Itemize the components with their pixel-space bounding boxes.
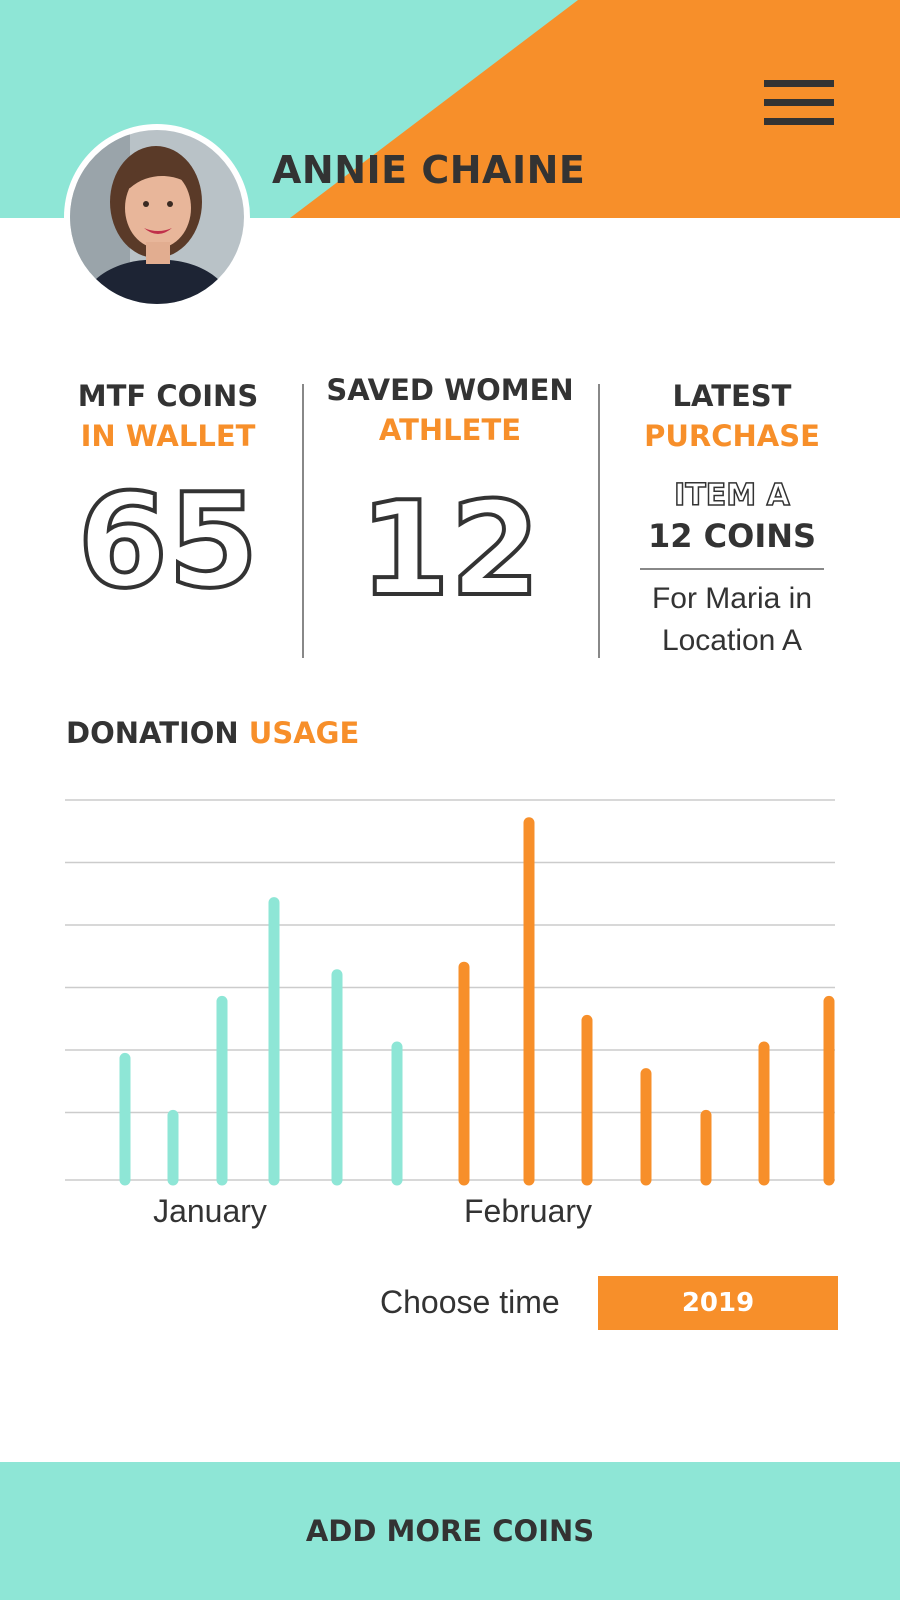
- stat-divider-1: [302, 384, 304, 658]
- coins-subtitle: IN WALLET: [80, 419, 256, 453]
- user-name: ANNIE CHAINE: [272, 148, 586, 192]
- donation-title-main: DONATION: [66, 716, 239, 750]
- latest-purchase-stat: LATEST PURCHASE ITEM A 12 COINS For Mari…: [624, 376, 840, 662]
- avatar[interactable]: [64, 124, 250, 310]
- coins-value: 65: [76, 464, 261, 618]
- coins-stat: MTF COINS IN WALLET 65: [66, 376, 270, 618]
- avatar-photo: [70, 130, 244, 304]
- choose-time-label: Choose time: [380, 1284, 560, 1320]
- donation-usage-chart: January February: [0, 780, 900, 1240]
- chart-category-label: February: [464, 1193, 592, 1229]
- saved-subtitle: ATHLETE: [378, 413, 522, 447]
- latest-item-desc-line1: For Maria in: [651, 582, 813, 615]
- stat-divider-2: [598, 384, 600, 658]
- donation-usage-title: DONATION USAGE: [66, 716, 359, 750]
- latest-subtitle: PURCHASE: [644, 419, 820, 453]
- saved-title: SAVED WOMEN: [326, 373, 574, 407]
- latest-title: LATEST: [672, 379, 792, 413]
- year-select-button[interactable]: 2019: [598, 1276, 838, 1330]
- latest-item-cost: 12 COINS: [647, 517, 817, 555]
- saved-value: 12: [358, 472, 543, 626]
- donation-title-accent: USAGE: [248, 716, 360, 750]
- latest-item-desc-line2: Location A: [661, 624, 803, 657]
- coins-title: MTF COINS: [77, 379, 259, 413]
- add-more-coins-button[interactable]: ADD MORE COINS: [0, 1462, 900, 1600]
- donation-chart-svg: January February: [65, 799, 835, 1229]
- chart-category-label: January: [153, 1193, 267, 1229]
- latest-item-name: ITEM A: [673, 477, 790, 514]
- latest-item-divider: [640, 568, 824, 570]
- saved-stat: SAVED WOMEN ATHLETE 12: [318, 370, 582, 626]
- hamburger-menu-icon[interactable]: [760, 74, 836, 134]
